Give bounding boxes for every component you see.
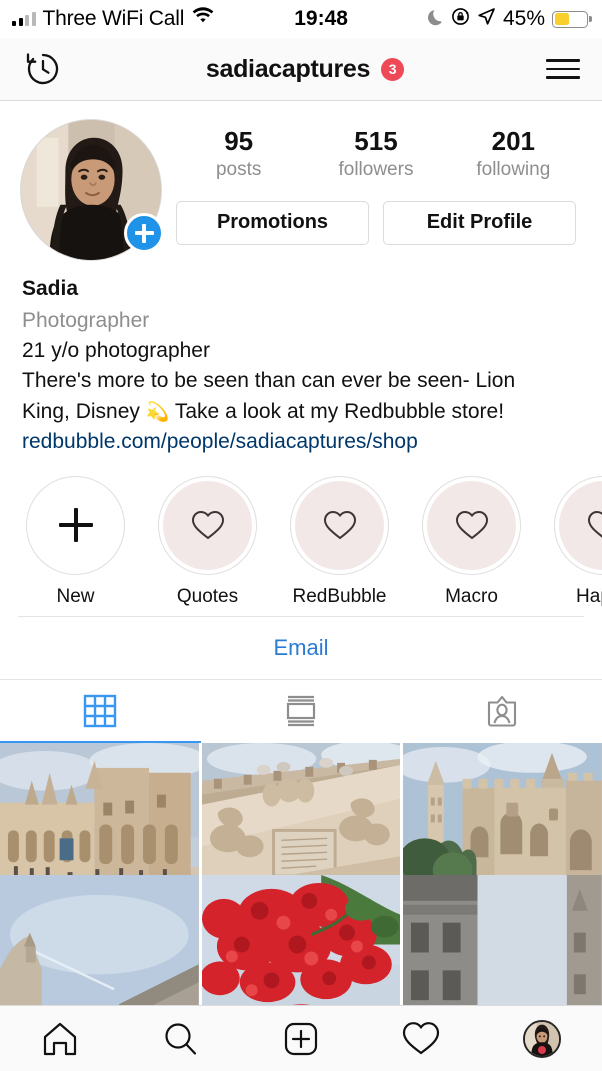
- highlight-label: RedBubble: [292, 585, 387, 607]
- profile-category: Photographer: [22, 308, 150, 332]
- highlight-macro[interactable]: Macro: [422, 475, 521, 608]
- stat-posts[interactable]: 95 posts: [196, 126, 282, 183]
- instagram-profile-screen: Three WiFi Call 19:48 45% sadiacaptures …: [0, 0, 602, 1071]
- heart-icon: [403, 1021, 440, 1054]
- following-count: 201: [491, 126, 535, 156]
- rotation-lock-icon: [451, 7, 470, 32]
- stat-followers[interactable]: 515 followers: [333, 126, 419, 183]
- edit-profile-button[interactable]: Edit Profile: [383, 200, 576, 245]
- home-icon: [44, 1022, 77, 1055]
- battery-icon: [552, 10, 588, 28]
- followers-count: 515: [354, 126, 398, 156]
- status-badge: 3: [381, 57, 405, 81]
- home-tab[interactable]: [0, 1020, 120, 1058]
- star-emoji-icon: 💫: [145, 401, 170, 423]
- archive-clock-icon[interactable]: [22, 48, 64, 90]
- profile-tabs: [0, 678, 602, 743]
- clock-label: 19:48: [294, 7, 348, 30]
- post-street-building[interactable]: [403, 875, 602, 1005]
- post-building-sky[interactable]: [0, 875, 199, 1005]
- status-bar-right: 45%: [427, 7, 588, 32]
- grid-icon: [84, 695, 117, 728]
- bio-line-3: King, Disney 💫 Take a look at my Redbubb…: [22, 397, 580, 427]
- profile-tab[interactable]: [482, 1019, 602, 1058]
- profile-header: 95 posts 515 followers 201 following Pro…: [0, 101, 602, 261]
- bio-line-2: There's more to be seen than can ever be…: [22, 369, 516, 393]
- avatar-wrap[interactable]: [20, 119, 164, 261]
- posts-label: posts: [215, 158, 262, 180]
- bio-line-3-part-b: Take a look at my Redbubble store!: [174, 399, 505, 423]
- plus-icon: [59, 508, 93, 542]
- stats-column: 95 posts 515 followers 201 following Pro…: [162, 119, 582, 245]
- following-label: following: [476, 158, 551, 180]
- plus-square-icon: [284, 1022, 318, 1055]
- heart-icon: [191, 511, 224, 540]
- posts-count: 95: [224, 126, 254, 156]
- stats-row: 95 posts 515 followers 201 following: [170, 119, 582, 183]
- highlight-label: New: [56, 585, 95, 607]
- username-label: sadiacaptures: [205, 54, 371, 83]
- page-title[interactable]: sadiacaptures 3: [205, 54, 405, 84]
- wifi-icon: [191, 7, 215, 31]
- bio-line-1: 21 y/o photographer: [22, 339, 210, 362]
- status-bar-left: Three WiFi Call: [12, 7, 215, 31]
- highlight-label: Macro: [445, 585, 498, 607]
- highlight-quotes[interactable]: Quotes: [158, 475, 257, 608]
- carrier-label: Three WiFi Call: [42, 7, 185, 30]
- add-story-button[interactable]: [124, 213, 164, 253]
- profile-actions: Promotions Edit Profile: [170, 183, 582, 245]
- status-bar-center: 19:48: [215, 7, 427, 31]
- add-post-tab[interactable]: [241, 1020, 361, 1058]
- email-button[interactable]: Email: [0, 617, 602, 679]
- highlight-label: Happy: [576, 585, 602, 607]
- tab-grid[interactable]: [0, 680, 201, 743]
- followers-label: followers: [338, 158, 414, 180]
- bottom-tab-bar: [0, 1005, 602, 1071]
- highlight-redbubble[interactable]: RedBubble: [290, 475, 389, 608]
- hamburger-menu-icon[interactable]: [546, 59, 580, 79]
- tab-list[interactable]: [201, 680, 402, 743]
- nav-header: sadiacaptures 3: [0, 38, 602, 101]
- post-red-flowers[interactable]: [201, 875, 401, 1005]
- heart-icon: [323, 511, 356, 540]
- display-name: Sadia: [22, 277, 79, 300]
- notification-dot: [537, 1045, 546, 1054]
- highlight-new[interactable]: New: [26, 475, 125, 608]
- heart-icon: [455, 511, 488, 540]
- photo-grid: [0, 742, 602, 1005]
- search-tab[interactable]: [120, 1020, 240, 1058]
- moon-icon: [427, 7, 444, 32]
- signal-bars-icon: [12, 12, 36, 26]
- location-arrow-icon: [477, 7, 496, 32]
- highlight-label: Quotes: [176, 585, 239, 607]
- stat-following[interactable]: 201 following: [470, 126, 556, 183]
- battery-percent-label: 45%: [502, 7, 545, 30]
- promotions-button[interactable]: Promotions: [176, 200, 369, 245]
- email-label: Email: [273, 634, 329, 660]
- highlight-happy[interactable]: Happy: [554, 475, 602, 608]
- status-bar: Three WiFi Call 19:48 45%: [0, 0, 602, 38]
- profile-content: 95 posts 515 followers 201 following Pro…: [0, 101, 602, 1005]
- story-highlights[interactable]: New Quotes RedBubble Macro Ha: [0, 458, 602, 616]
- search-icon: [165, 1022, 196, 1055]
- activity-tab[interactable]: [361, 1021, 481, 1057]
- bio-link[interactable]: redbubble.com/people/sadiacaptures/shop: [22, 427, 580, 457]
- bio-line-3-part-a: King, Disney: [22, 399, 140, 423]
- tab-tagged[interactable]: [401, 680, 602, 743]
- person-card-icon: [487, 696, 516, 727]
- heart-icon: [587, 511, 602, 539]
- bio-section: Sadia Photographer 21 y/o photographer T…: [0, 261, 602, 458]
- feed-list-icon: [286, 696, 316, 727]
